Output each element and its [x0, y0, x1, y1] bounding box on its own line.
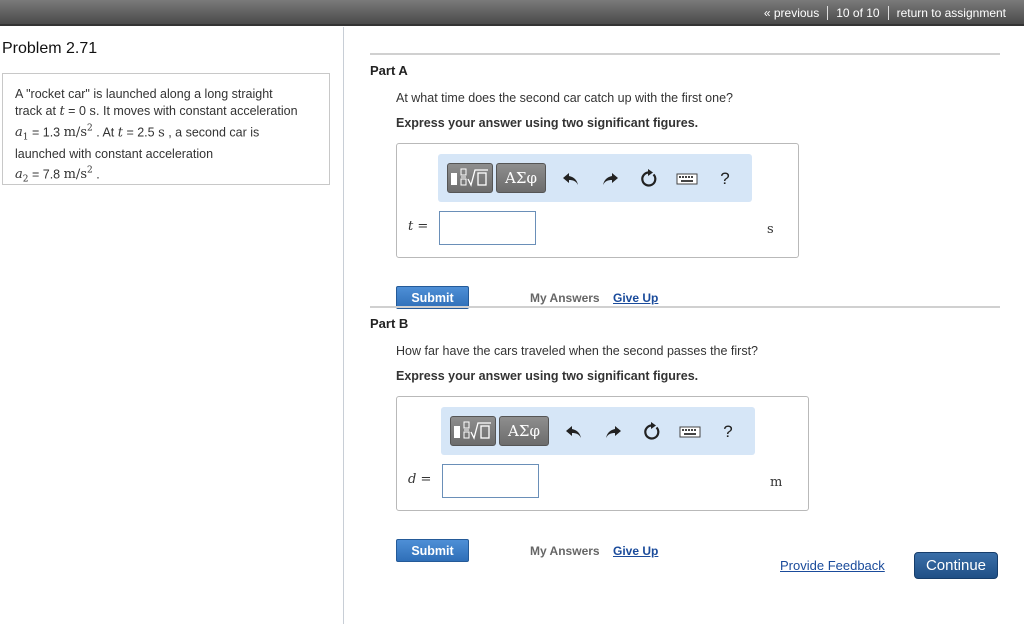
help-icon[interactable]: ? — [714, 168, 736, 190]
templates-icon — [454, 421, 491, 440]
problem-line-2: track at t = 0 s. It moves with constant… — [15, 103, 298, 119]
redo-icon[interactable] — [602, 421, 624, 443]
my-answers-label: My Answers — [530, 544, 600, 558]
math-toolbar: ΑΣφ ? — [438, 154, 752, 202]
keyboard-icon[interactable] — [679, 421, 701, 443]
redo-icon[interactable] — [599, 168, 621, 190]
return-to-assignment-link[interactable]: return to assignment — [887, 6, 1014, 20]
greek-symbols-button[interactable]: ΑΣφ — [496, 163, 546, 193]
templates-button[interactable] — [450, 416, 496, 446]
problem-statement: A "rocket car" is launched along a long … — [2, 73, 330, 185]
templates-icon — [451, 168, 488, 187]
main-content: Part A At what time does the second car … — [345, 27, 1024, 624]
greek-symbols-button[interactable]: ΑΣφ — [499, 416, 549, 446]
part-divider — [370, 306, 1000, 308]
previous-link[interactable]: « previous — [756, 6, 827, 20]
answer-unit: s — [767, 222, 774, 237]
undo-icon[interactable] — [563, 421, 585, 443]
reset-icon[interactable] — [638, 168, 660, 190]
give-up-link[interactable]: Give Up — [613, 544, 658, 558]
instruction-text: Express your answer using two significan… — [396, 116, 699, 130]
answer-box: ΑΣφ ? t = s — [396, 143, 799, 258]
answer-unit: m — [770, 475, 783, 490]
keyboard-icon[interactable] — [676, 168, 698, 190]
part-title: Part A — [370, 63, 408, 78]
provide-feedback-link[interactable]: Provide Feedback — [780, 558, 885, 573]
part-b: Part B How far have the cars traveled wh… — [370, 306, 1000, 562]
part-a: Part A At what time does the second car … — [370, 53, 1000, 309]
answer-variable-label: t = — [408, 219, 429, 234]
answer-box: ΑΣφ ? d = m — [396, 396, 809, 511]
part-title: Part B — [370, 316, 409, 331]
problem-line-1: A "rocket car" is launched along a long … — [15, 87, 273, 101]
answer-input[interactable] — [442, 464, 539, 498]
continue-button[interactable]: Continue — [914, 552, 998, 579]
question-text: At what time does the second car catch u… — [396, 91, 733, 105]
problem-line-4: launched with constant acceleration — [15, 147, 214, 162]
question-text: How far have the cars traveled when the … — [396, 344, 758, 358]
top-bar: « previous 10 of 10 return to assignment — [0, 0, 1024, 26]
problem-title: Problem 2.71 — [2, 40, 98, 57]
problem-line-3: a1 = 1.3 m/s2 . At t = 2.5 s , a second … — [15, 123, 260, 143]
answer-variable-label: d = — [408, 472, 432, 487]
my-answers-label: My Answers — [530, 291, 600, 305]
templates-button[interactable] — [447, 163, 493, 193]
problem-line-5: a2 = 7.8 m/s2 . — [15, 166, 100, 186]
assignment-nav: « previous 10 of 10 return to assignment — [756, 6, 1014, 20]
problem-sidebar: Problem 2.71 A "rocket car" is launched … — [0, 27, 344, 624]
give-up-link[interactable]: Give Up — [613, 291, 658, 305]
reset-icon[interactable] — [641, 421, 663, 443]
submit-button[interactable]: Submit — [396, 539, 469, 562]
help-icon[interactable]: ? — [717, 421, 739, 443]
instruction-text: Express your answer using two significan… — [396, 369, 699, 383]
undo-icon[interactable] — [560, 168, 582, 190]
math-toolbar: ΑΣφ ? — [441, 407, 755, 455]
part-divider — [370, 53, 1000, 55]
problem-counter: 10 of 10 — [827, 6, 887, 20]
answer-input[interactable] — [439, 211, 536, 245]
